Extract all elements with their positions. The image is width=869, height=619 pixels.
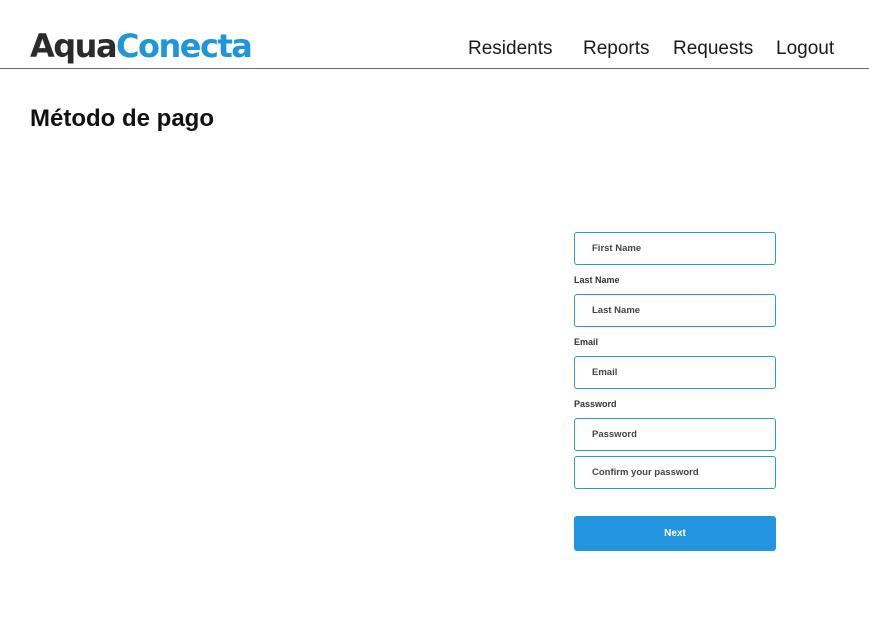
- app-logo[interactable]: AquaConecta: [30, 26, 253, 66]
- nav-requests[interactable]: Requests: [673, 38, 753, 60]
- email-label: Email: [574, 337, 599, 347]
- password-label: Password: [574, 399, 617, 409]
- nav-reports[interactable]: Reports: [583, 38, 650, 60]
- logo-text-conecta: Conecta: [116, 27, 253, 65]
- password-field[interactable]: [574, 418, 776, 451]
- next-button[interactable]: Next: [574, 516, 776, 551]
- top-header: AquaConecta Residents Reports Requests L…: [0, 0, 869, 69]
- page-title: Método de pago: [30, 105, 214, 132]
- nav-residents[interactable]: Residents: [468, 38, 553, 60]
- last-name-label: Last Name: [574, 275, 620, 285]
- last-name-field[interactable]: [574, 294, 776, 327]
- first-name-field[interactable]: [574, 232, 776, 265]
- email-field[interactable]: [574, 356, 776, 389]
- nav-logout[interactable]: Logout: [776, 38, 834, 60]
- logo-text-aqua: Aqua: [30, 27, 118, 65]
- confirm-password-field[interactable]: [574, 456, 776, 489]
